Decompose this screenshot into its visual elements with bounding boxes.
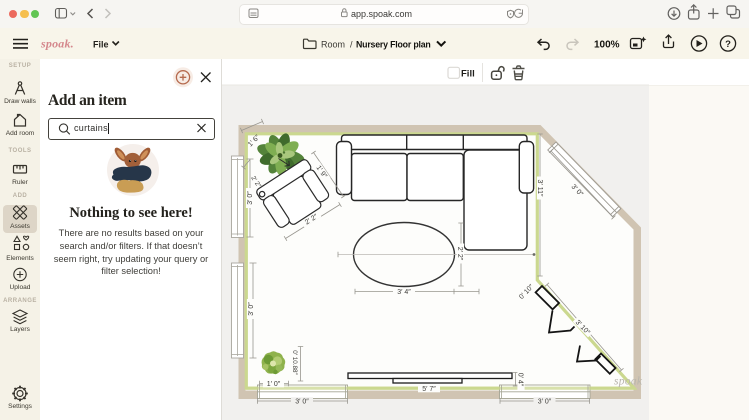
svg-text:3′ 11″: 3′ 11″ (536, 180, 543, 197)
svg-text:spoak: spoak (614, 376, 643, 388)
svg-text:3′ 0″: 3′ 0″ (538, 399, 552, 406)
svg-text:3′ 0″: 3′ 0″ (248, 302, 255, 316)
svg-text:3′ 0″: 3′ 0″ (295, 399, 309, 406)
svg-text:5′ 7″: 5′ 7″ (422, 386, 436, 393)
svg-text:1′ 0″: 1′ 0″ (267, 381, 281, 388)
svg-text:app.spoak.com: app.spoak.com (351, 9, 412, 19)
svg-text:spoak.: spoak. (40, 37, 74, 51)
svg-text:0′ 4″: 0′ 4″ (517, 373, 524, 387)
svg-text:Room /: Room / (321, 39, 353, 49)
svg-text:Fill: Fill (461, 68, 475, 79)
svg-text:2′ 2″: 2′ 2″ (456, 247, 463, 261)
svg-text:Nursery Floor plan: Nursery Floor plan (356, 39, 431, 49)
svg-text:File: File (93, 39, 109, 49)
svg-text:0′ 10.88″: 0′ 10.88″ (291, 350, 298, 375)
svg-text:100%: 100% (594, 40, 620, 51)
svg-text:3′ 0″: 3′ 0″ (247, 191, 254, 205)
svg-text:?: ? (725, 39, 731, 50)
svg-text:3′ 4″: 3′ 4″ (397, 289, 411, 296)
